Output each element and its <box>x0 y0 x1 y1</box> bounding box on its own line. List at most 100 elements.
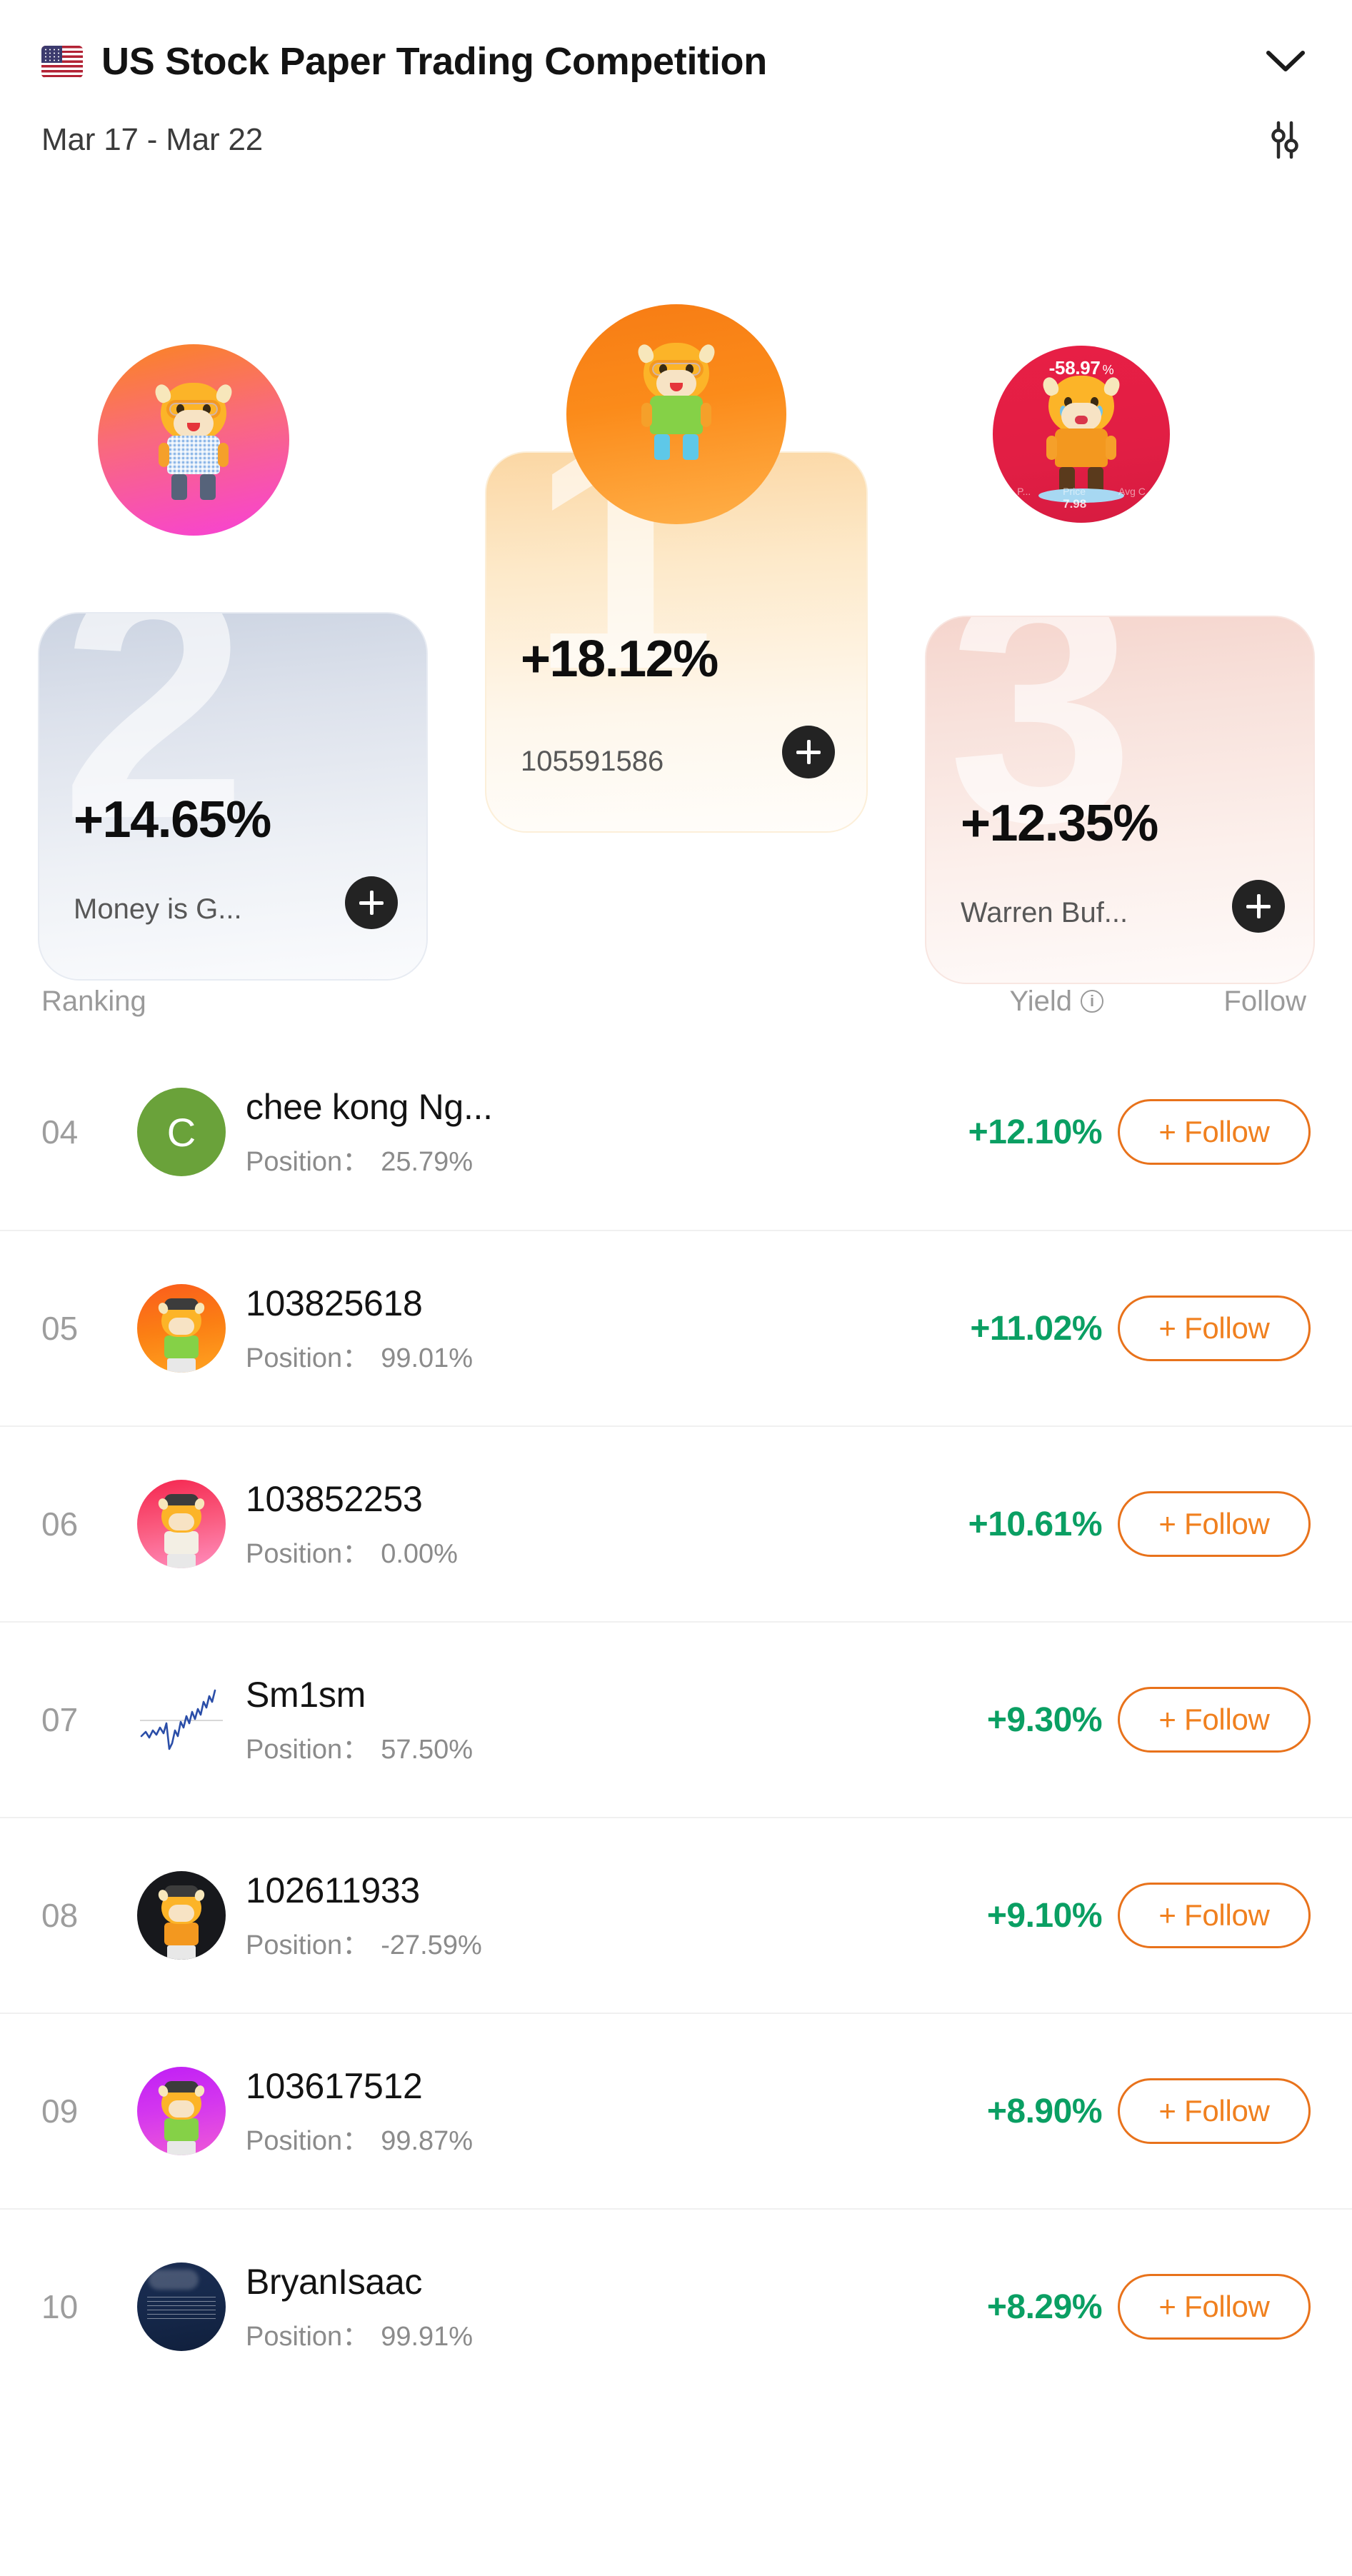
avatar[interactable] <box>137 1675 226 1764</box>
row-yield: +8.29% <box>986 2287 1103 2326</box>
avatar[interactable] <box>137 1871 226 1960</box>
mini-stat-price: Price 7.98 <box>1063 486 1087 511</box>
column-header-yield-label: Yield <box>1009 985 1072 1017</box>
row-position-value: -27.59% <box>381 1930 482 1960</box>
row-position: Position： 99.01% <box>246 1335 875 1375</box>
row-rank: 07 <box>41 1701 79 1738</box>
column-header-follow: Follow <box>1223 985 1306 1017</box>
podium-avatar-first <box>566 304 786 524</box>
podium-avatar-third: -58.97% ...P... Price 7.98 Avg C... <box>993 346 1170 523</box>
follow-button[interactable]: + Follow <box>1118 1883 1311 1948</box>
row-position-value: 99.91% <box>381 2321 474 2352</box>
follow-button[interactable]: + Follow <box>1118 1687 1311 1753</box>
cloud-decoration <box>149 2270 199 2290</box>
leaderboard-list: 04 Cchee kong Ng... Position： 25.79% +12.10%… <box>0 1034 1352 2404</box>
podium-yield-first: +18.12% <box>521 631 718 688</box>
avatar[interactable] <box>137 2067 226 2155</box>
row-username: 103825618 <box>246 1283 423 1323</box>
table-row[interactable]: 05 103825618 Position： 99.01% +11.02% + Follo… <box>0 1230 1352 1425</box>
table-row[interactable]: 08 102611933 Position： -27.59% +9.10% + Follo… <box>0 1817 1352 2013</box>
table-row[interactable]: 07 Sm1sm Position： 57.50% +9.30% + Follow <box>0 1621 1352 1817</box>
row-main: 103617512 Position： 99.87% <box>246 2065 882 2157</box>
row-username: 103852253 <box>246 1478 423 1519</box>
row-username: 103617512 <box>246 2065 423 2106</box>
row-position-value: 25.79% <box>381 1146 474 1177</box>
podium-card-second[interactable]: 2 +14.65% Money is G... <box>38 612 428 981</box>
table-row[interactable]: 10 BryanIsaac Position： 99.91% +8.29% + Follo… <box>0 2208 1352 2404</box>
avatar[interactable]: C <box>137 1088 226 1176</box>
row-position: Position： 57.50% <box>246 1727 875 1766</box>
row-rank: 10 <box>41 2288 79 2325</box>
mini-stat-avgcost: Avg C... <box>1118 486 1154 497</box>
row-username: BryanIsaac <box>246 2261 423 2302</box>
row-position: Position： -27.59% <box>246 1923 875 1962</box>
row-position-label: Position： <box>246 2321 370 2352</box>
podium-avatar-badge-unit: % <box>1102 363 1114 377</box>
add-follow-button-second[interactable] <box>345 876 398 929</box>
row-rank: 04 <box>41 1113 79 1151</box>
bull-mascot-icon <box>152 382 235 500</box>
row-yield: +12.10% <box>968 1113 1103 1151</box>
bull-mascot-icon <box>635 342 718 460</box>
us-flag-icon <box>41 45 83 78</box>
row-yield: +11.02% <box>970 1309 1102 1348</box>
row-position-label: Position： <box>246 1343 370 1373</box>
crying-bull-mascot-icon <box>1038 375 1124 503</box>
podium-avatar-mini-stats-third: ...P... Price 7.98 Avg C... <box>993 486 1170 511</box>
subheader: Mar 17 - Mar 22 <box>0 87 1352 166</box>
follow-button[interactable]: + Follow <box>1118 1099 1311 1165</box>
follow-button[interactable]: + Follow <box>1118 1295 1311 1361</box>
row-position-label: Position： <box>246 2125 370 2156</box>
page-title: US Stock Paper Trading Competition <box>101 40 767 83</box>
info-icon[interactable]: i <box>1081 990 1103 1013</box>
podium-yield-third: +12.35% <box>961 795 1158 852</box>
podium-card-third[interactable]: 3 +12.35% Warren Buf... <box>925 616 1315 984</box>
row-main: 102611933 Position： -27.59% <box>246 1870 882 1962</box>
row-rank: 09 <box>41 2093 79 2130</box>
podium-username-second: Money is G... <box>74 893 242 925</box>
bull-mascot-icon <box>156 1487 206 1568</box>
row-position-label: Position： <box>246 1538 370 1569</box>
row-main: BryanIsaac Position： 99.91% <box>246 2261 882 2353</box>
quote-text-lines <box>147 2297 216 2321</box>
avatar[interactable] <box>137 1284 226 1373</box>
row-position: Position： 0.00% <box>246 1531 875 1570</box>
add-follow-button-third[interactable] <box>1232 880 1285 933</box>
table-row[interactable]: 06 103852253 Position： 0.00% +10.61% + Follow <box>0 1425 1352 1621</box>
follow-button[interactable]: + Follow <box>1118 2274 1311 2340</box>
chevron-down-icon[interactable] <box>1261 36 1311 86</box>
avatar[interactable] <box>137 2262 226 2351</box>
follow-button[interactable]: + Follow <box>1118 1491 1311 1557</box>
podium-section: 2 +14.65% Money is G... 1 +18.12% 105591… <box>0 166 1352 984</box>
row-position-value: 99.87% <box>381 2125 474 2156</box>
app-header: US Stock Paper Trading Competition <box>0 0 1352 87</box>
sparkline-chart-icon <box>140 1689 223 1750</box>
avatar[interactable] <box>137 1480 226 1568</box>
row-position: Position： 99.91% <box>246 2314 875 2353</box>
row-position-value: 99.01% <box>381 1343 474 1373</box>
podium-yield-second: +14.65% <box>74 791 271 848</box>
row-username: 102611933 <box>246 1870 420 1910</box>
table-row[interactable]: 04 Cchee kong Ng... Position： 25.79% +12.10%… <box>0 1034 1352 1230</box>
add-follow-button-first[interactable] <box>782 726 835 778</box>
sliders-filter-icon[interactable] <box>1259 114 1311 166</box>
table-row[interactable]: 09 103617512 Position： 99.87% +8.90% + Follow <box>0 2013 1352 2208</box>
row-rank: 08 <box>41 1897 79 1934</box>
row-username: chee kong Ng... <box>246 1086 493 1127</box>
follow-button[interactable]: + Follow <box>1118 2078 1311 2144</box>
row-yield: +8.90% <box>986 2092 1103 2130</box>
row-position-label: Position： <box>246 1146 370 1177</box>
row-yield: +9.10% <box>986 1896 1103 1935</box>
row-position-label: Position： <box>246 1734 370 1765</box>
row-position-value: 0.00% <box>381 1538 458 1569</box>
row-yield: +9.30% <box>986 1700 1103 1739</box>
row-position: Position： 25.79% <box>246 1139 875 1178</box>
row-username: Sm1sm <box>246 1674 366 1715</box>
row-main: 103852253 Position： 0.00% <box>246 1478 882 1570</box>
podium-username-first: 105591586 <box>521 746 664 777</box>
bull-mascot-icon <box>156 2074 206 2155</box>
row-main: 103825618 Position： 99.01% <box>246 1283 882 1375</box>
row-rank: 05 <box>41 1310 79 1347</box>
row-yield: +10.61% <box>968 1505 1103 1543</box>
row-main: chee kong Ng... Position： 25.79% <box>246 1086 882 1178</box>
